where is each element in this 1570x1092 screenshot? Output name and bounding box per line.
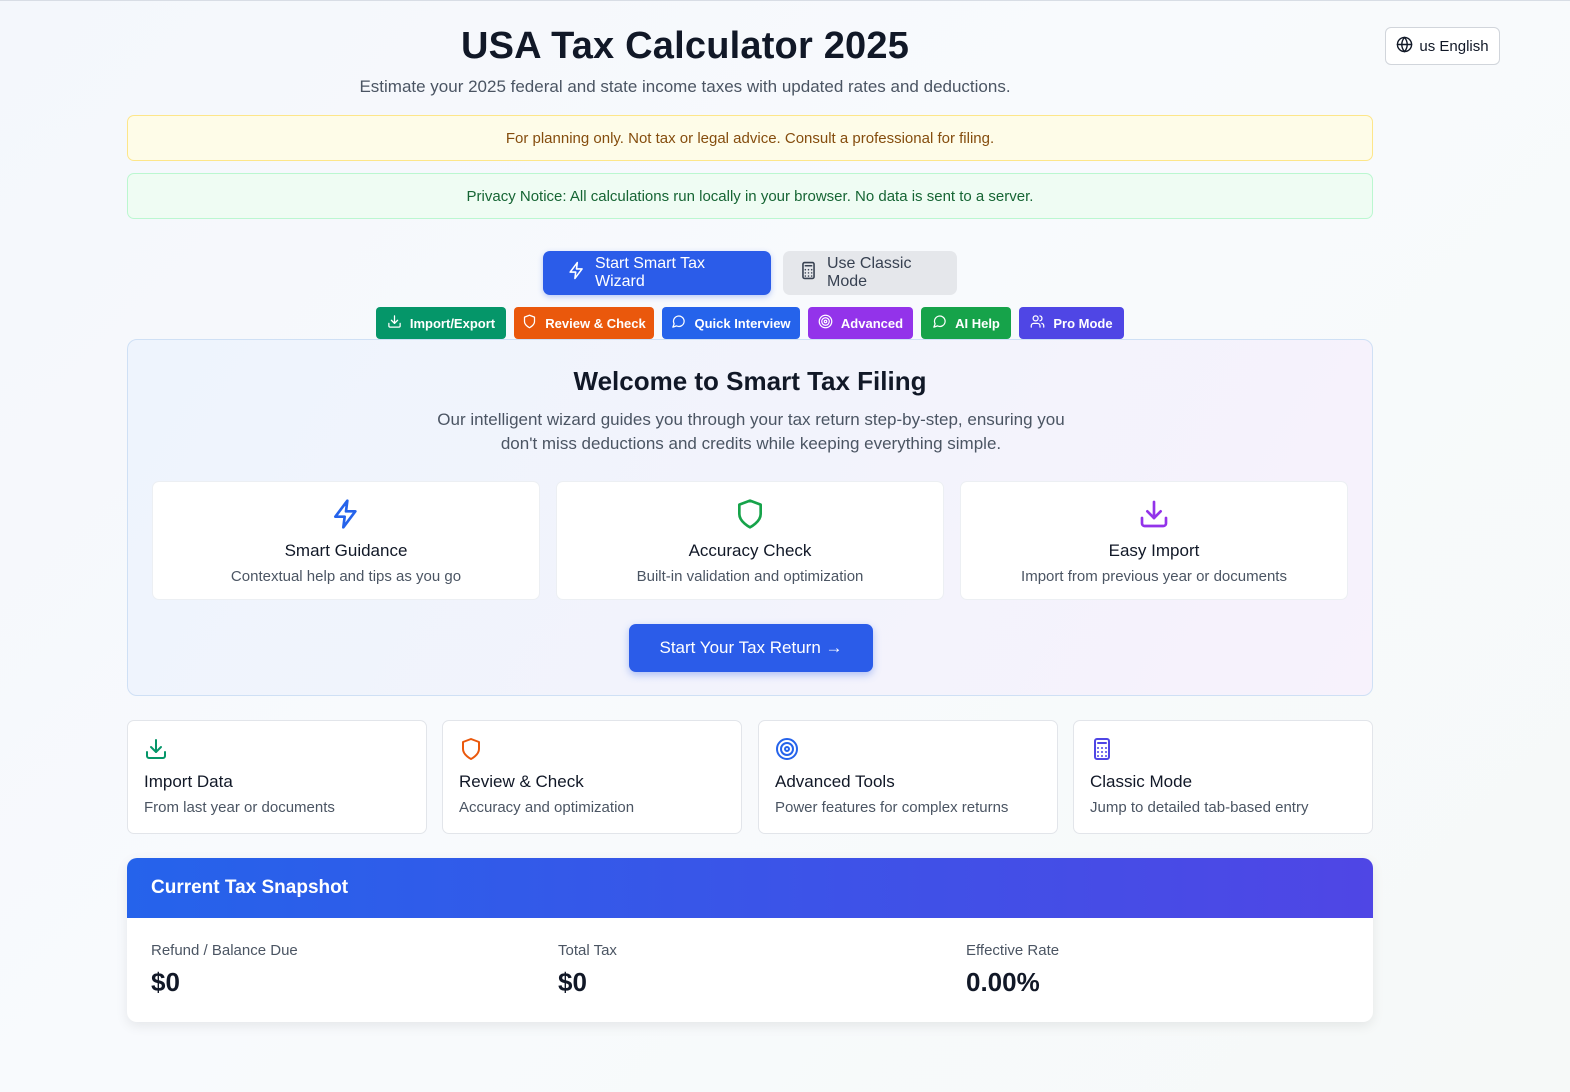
feature-easy-import: Easy Import Import from previous year or… [960, 481, 1348, 600]
globe-icon [1396, 36, 1413, 57]
disclaimer-notice: For planning only. Not tax or legal advi… [127, 115, 1373, 161]
welcome-description: Our intelligent wizard guides you throug… [437, 410, 1065, 453]
lightning-icon [567, 261, 586, 285]
feature-description: Import from previous year or documents [1021, 568, 1287, 585]
feature-description: Contextual help and tips as you go [230, 568, 462, 585]
target-icon [818, 314, 833, 332]
start-tax-return-button[interactable]: Start Your Tax Return → [629, 624, 873, 672]
review-check-label: Review & Check [545, 315, 646, 331]
stat-total-tax: Total Tax $0 [558, 942, 617, 998]
download-icon [144, 737, 168, 761]
feature-accuracy-check: Accuracy Check Built-in validation and o… [556, 481, 944, 600]
ai-help-label: AI Help [955, 315, 1000, 331]
ai-help-button[interactable]: AI Help [921, 307, 1011, 339]
stat-effective-rate: Effective Rate 0.00% [966, 942, 1059, 998]
card-title: Import Data [144, 772, 233, 791]
shield-icon [459, 737, 483, 761]
feature-title: Accuracy Check [688, 541, 812, 560]
calculator-icon [1090, 737, 1114, 761]
users-icon [1030, 314, 1045, 332]
shield-icon [522, 314, 537, 332]
card-description: Power features for complex returns [775, 799, 1009, 816]
download-icon [387, 314, 402, 332]
language-selector[interactable]: us English [1385, 27, 1500, 65]
chat-bubble-icon [671, 314, 686, 332]
start-wizard-label: Start Smart Tax Wizard [595, 255, 705, 290]
card-title: Classic Mode [1090, 772, 1193, 791]
card-classic-mode[interactable]: Classic Mode Jump to detailed tab-based … [1073, 720, 1373, 834]
snapshot-title: Current Tax Snapshot [127, 858, 1373, 918]
stat-label: Effective Rate [966, 942, 1060, 959]
import-export-button[interactable]: Import/Export [376, 307, 506, 339]
shield-icon [557, 498, 943, 530]
mode-selector: Start Smart Tax Wizard Use Classic Mode [127, 251, 1373, 295]
card-import-data[interactable]: Import Data From last year or documents [127, 720, 427, 834]
review-check-button[interactable]: Review & Check [514, 307, 654, 339]
privacy-notice: Privacy Notice: All calculations run loc… [127, 173, 1373, 219]
advanced-button[interactable]: Advanced [808, 307, 913, 339]
card-description: From last year or documents [144, 799, 335, 816]
start-wizard-button[interactable]: Start Smart Tax Wizard [543, 251, 771, 295]
stat-value: $0 [558, 967, 587, 997]
pro-mode-button[interactable]: Pro Mode [1019, 307, 1124, 339]
import-export-label: Import/Export [409, 315, 496, 331]
tax-snapshot-panel: Current Tax Snapshot Refund / Balance Du… [127, 858, 1373, 1022]
feature-title: Easy Import [1108, 541, 1200, 560]
card-review-check[interactable]: Review & Check Accuracy and optimization [442, 720, 742, 834]
download-icon [961, 498, 1347, 530]
card-title: Advanced Tools [775, 772, 895, 791]
quick-interview-button[interactable]: Quick Interview [662, 307, 800, 339]
top-border [0, 0, 1570, 3]
feature-description: Built-in validation and optimization [636, 568, 864, 585]
card-title: Review & Check [459, 772, 584, 791]
target-icon [775, 737, 799, 761]
card-description: Accuracy and optimization [459, 799, 635, 816]
language-label: us English [1419, 37, 1489, 55]
quick-action-bar: Import/Export Review & Check Quick Inter… [127, 307, 1373, 339]
stat-value: 0.00% [966, 967, 1040, 997]
calculator-icon [799, 261, 818, 285]
lightning-icon [153, 498, 539, 530]
classic-mode-button[interactable]: Use Classic Mode [783, 251, 957, 295]
card-advanced-tools[interactable]: Advanced Tools Power features for comple… [758, 720, 1058, 834]
welcome-panel: Welcome to Smart Tax Filing Our intellig… [127, 339, 1373, 696]
card-description: Jump to detailed tab-based entry [1090, 799, 1309, 816]
stat-label: Refund / Balance Due [151, 942, 298, 959]
pro-mode-label: Pro Mode [1053, 315, 1113, 331]
stat-label: Total Tax [558, 942, 617, 959]
feature-smart-guidance: Smart Guidance Contextual help and tips … [152, 481, 540, 600]
feature-title: Smart Guidance [284, 541, 408, 560]
page-title: USA Tax Calculator 2025 [460, 25, 910, 67]
page-subtitle: Estimate your 2025 federal and state inc… [359, 77, 1011, 96]
stat-value: $0 [151, 967, 180, 997]
classic-mode-label: Use Classic Mode [827, 255, 912, 290]
quick-interview-label: Quick Interview [694, 315, 791, 331]
stat-refund-balance: Refund / Balance Due $0 [151, 942, 298, 998]
welcome-title: Welcome to Smart Tax Filing [573, 366, 927, 396]
advanced-label: Advanced [840, 315, 904, 331]
chat-bubble-icon [932, 314, 947, 332]
